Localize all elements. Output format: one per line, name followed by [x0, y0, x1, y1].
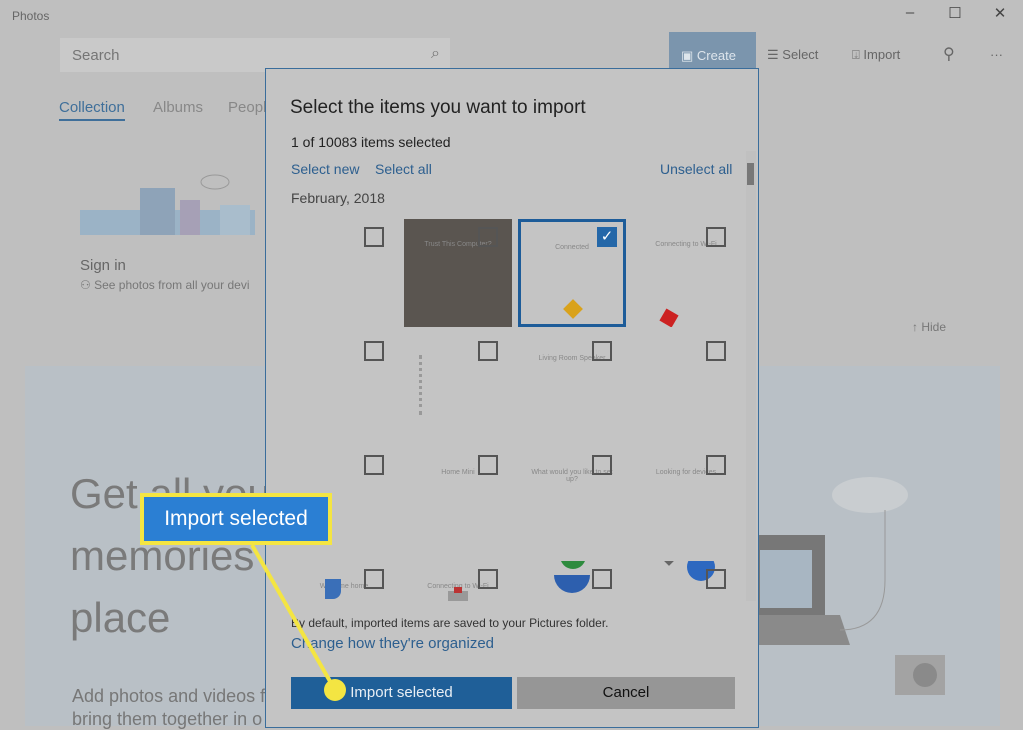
- default-location-note: By default, imported items are saved to …: [291, 616, 609, 630]
- thumbnail-item[interactable]: Home Mini: [404, 447, 512, 555]
- checkbox[interactable]: [706, 341, 726, 361]
- dialog-title: Select the items you want to import: [290, 97, 586, 118]
- import-label: Import: [863, 47, 901, 62]
- close-button[interactable]: ✕: [985, 4, 1015, 26]
- checkbox[interactable]: [364, 569, 384, 589]
- tab-collection[interactable]: Collection: [59, 99, 125, 121]
- cancel-button[interactable]: Cancel: [517, 677, 735, 709]
- checked-checkbox[interactable]: ✓: [597, 227, 617, 247]
- hero-line-3: place: [70, 594, 171, 641]
- minimize-button[interactable]: –: [895, 4, 925, 26]
- select-all-link[interactable]: Select all: [375, 161, 432, 177]
- search-input[interactable]: [60, 38, 450, 72]
- checkbox[interactable]: [706, 455, 726, 475]
- callout-label: Import selected: [140, 493, 332, 545]
- search-box[interactable]: ⌕: [60, 38, 450, 72]
- thumbnail-item[interactable]: Connected ✓: [518, 219, 626, 327]
- hide-button[interactable]: ↑ Hide: [912, 320, 946, 334]
- select-new-link[interactable]: Select new: [291, 161, 359, 177]
- thumbnail-item[interactable]: [290, 333, 398, 441]
- create-label: Create: [696, 48, 736, 63]
- checkbox[interactable]: [478, 569, 498, 589]
- more-options-button[interactable]: ···: [990, 47, 1003, 62]
- checkbox[interactable]: [478, 227, 498, 247]
- checkbox[interactable]: [592, 569, 612, 589]
- signin-title[interactable]: Sign in: [80, 257, 126, 274]
- thumbnail-item[interactable]: Trust This Computer?: [404, 219, 512, 327]
- checkbox[interactable]: [706, 569, 726, 589]
- arrow-up-icon: ↑: [912, 320, 922, 334]
- date-group-header: February, 2018: [291, 190, 385, 206]
- thumbnail-item[interactable]: Welcome home: [290, 561, 398, 601]
- tab-albums[interactable]: Albums: [153, 99, 203, 116]
- search-icon[interactable]: ⌕: [431, 45, 440, 63]
- thumbnail-item[interactable]: What would you like to set up?: [518, 447, 626, 555]
- import-selected-button[interactable]: Import selected: [291, 677, 512, 709]
- checkbox[interactable]: [478, 341, 498, 361]
- scrollbar[interactable]: [746, 151, 756, 601]
- checkbox[interactable]: [364, 227, 384, 247]
- import-dialog: Select the items you want to import 1 of…: [265, 68, 759, 728]
- people-icon: ⚇: [80, 278, 95, 292]
- thumbnail-item[interactable]: [632, 333, 740, 441]
- import-button-toolbar[interactable]: ⍗ Import: [852, 47, 900, 63]
- thumbnail-item[interactable]: [632, 561, 740, 601]
- checkbox[interactable]: [592, 341, 612, 361]
- maximize-button[interactable]: ☐: [940, 4, 970, 26]
- hero-sub-1: Add photos and videos f: [72, 686, 266, 706]
- create-icon: ▣: [681, 48, 697, 63]
- hero-sub-2: bring them together in o: [72, 709, 263, 729]
- checkbox[interactable]: [592, 455, 612, 475]
- unselect-all-link[interactable]: Unselect all: [660, 161, 732, 177]
- change-organization-link[interactable]: Change how they're organized: [291, 635, 494, 652]
- thumbnail-item[interactable]: Connecting to Wi-Fi: [404, 561, 512, 601]
- thumbnail-item[interactable]: Living Room Speaker: [518, 333, 626, 441]
- checkmark-icon: ✓: [600, 228, 614, 245]
- title-bar: Photos – ☐ ✕: [0, 0, 1023, 30]
- thumbnail-item[interactable]: [404, 333, 512, 441]
- select-label: Select: [782, 47, 819, 62]
- selection-count: 1 of 10083 items selected: [291, 134, 451, 150]
- hide-label: Hide: [921, 320, 947, 334]
- checkbox[interactable]: [478, 455, 498, 475]
- thumbnail-item[interactable]: Connecting to Wi-Fi: [632, 219, 740, 327]
- person-add-icon[interactable]: ⚲: [943, 44, 955, 64]
- select-list-icon: ☰: [767, 47, 783, 62]
- checkbox[interactable]: [364, 455, 384, 475]
- scrollbar-thumb[interactable]: [747, 163, 754, 185]
- thumbnail-item[interactable]: [518, 561, 626, 601]
- signin-subtitle: ⚇ See photos from all your devi: [80, 278, 250, 292]
- app-title: Photos: [12, 9, 50, 23]
- thumbnail-grid: Trust This Computer? Connected ✓ Connecting…: [290, 219, 746, 601]
- select-button[interactable]: ☰ Select: [767, 47, 818, 63]
- signin-subtitle-text: See photos from all your devi: [94, 278, 250, 292]
- thumbnail-item[interactable]: Looking for devices: [632, 447, 740, 555]
- city-illustration: [80, 174, 255, 235]
- devices-illustration: [755, 477, 945, 695]
- checkbox[interactable]: [364, 341, 384, 361]
- thumbnail-item[interactable]: [290, 219, 398, 327]
- checkbox[interactable]: [706, 227, 726, 247]
- import-icon: ⍗: [852, 47, 864, 62]
